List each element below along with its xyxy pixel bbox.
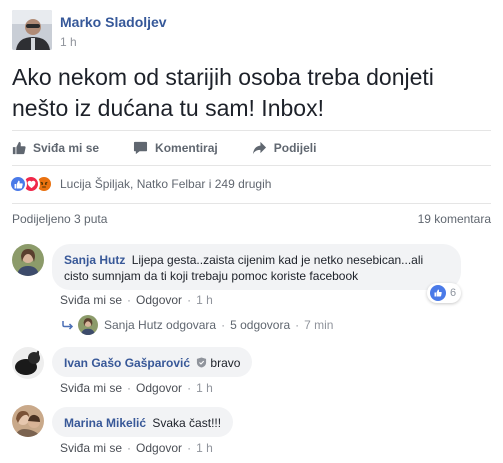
reactions-names[interactable]: Lucija Špiljak, Natko Felbar i 249 drugi… bbox=[60, 177, 271, 191]
comment-reply-link[interactable]: Odgovor bbox=[136, 293, 182, 307]
share-arrow-icon bbox=[252, 141, 266, 155]
divider bbox=[12, 203, 491, 204]
reply-verb: odgovara bbox=[166, 318, 217, 332]
reply-count: 5 odgovora bbox=[230, 318, 291, 332]
comment-button[interactable]: Komentiraj bbox=[133, 141, 218, 155]
comment-bubble: Sanja Hutz Lijepa gesta..zaista cijenim … bbox=[52, 244, 461, 290]
commenter-name[interactable]: Ivan Gašo Gašparović bbox=[64, 356, 190, 370]
like-button[interactable]: Sviđa mi se bbox=[12, 141, 99, 155]
like-reaction-icon bbox=[9, 175, 27, 193]
divider bbox=[12, 130, 491, 131]
comments-count[interactable]: 19 komentara bbox=[418, 212, 491, 226]
reply-author-name: Sanja Hutz bbox=[104, 318, 163, 332]
comment-bubble: Ivan Gašo Gašparović bravo bbox=[52, 347, 253, 377]
comment-reply-link[interactable]: Odgovor bbox=[136, 441, 182, 455]
replies-summary[interactable]: Sanja Hutz odgovara · 5 odgovora · 7 min bbox=[62, 315, 334, 335]
comment-actions: Sviđa mi se · Odgovor · 1 h bbox=[60, 293, 213, 307]
comment-like-link[interactable]: Sviđa mi se bbox=[60, 441, 122, 455]
reply-author-avatar bbox=[78, 315, 98, 335]
post-timestamp[interactable]: 1 h bbox=[60, 35, 167, 49]
comment-actions: Sviđa mi se · Odgovor · 1 h bbox=[60, 381, 213, 395]
post-author-name[interactable]: Marko Sladoljev bbox=[60, 14, 167, 30]
commenter-avatar[interactable] bbox=[12, 405, 44, 437]
divider bbox=[12, 165, 491, 166]
reactions-summary[interactable]: Lucija Špiljak, Natko Felbar i 249 drugi… bbox=[9, 174, 271, 194]
post-actions: Sviđa mi se Komentiraj Podijeli bbox=[12, 133, 350, 163]
commenter-avatar[interactable] bbox=[12, 347, 44, 379]
shares-count[interactable]: Podijeljeno 3 puta bbox=[12, 212, 107, 226]
comment-reaction-count[interactable]: 6 bbox=[427, 283, 462, 303]
reply-arrow-icon bbox=[62, 321, 74, 330]
comment-like-link[interactable]: Sviđa mi se bbox=[60, 293, 122, 307]
comment-reply-link[interactable]: Odgovor bbox=[136, 381, 182, 395]
author-avatar[interactable] bbox=[12, 10, 52, 50]
post-text: Ako nekom od starijih osoba treba donjet… bbox=[12, 64, 434, 121]
comment-reaction-number: 6 bbox=[450, 287, 457, 299]
commenter-name[interactable]: Sanja Hutz bbox=[64, 253, 125, 267]
commenter-avatar[interactable] bbox=[12, 244, 44, 276]
post-header: Marko Sladoljev 1 h bbox=[12, 10, 167, 54]
comment-text: Svaka čast!!! bbox=[152, 416, 222, 430]
reply-time: 7 min bbox=[304, 318, 334, 332]
comment-time[interactable]: 1 h bbox=[196, 381, 213, 395]
post-stats: Podijeljeno 3 puta 19 komentara bbox=[12, 212, 491, 226]
share-button[interactable]: Podijeli bbox=[252, 141, 317, 155]
comment-like-link[interactable]: Sviđa mi se bbox=[60, 381, 122, 395]
comment-bubble: Marina Mikelić Svaka čast!!! bbox=[52, 407, 234, 437]
commenter-name[interactable]: Marina Mikelić bbox=[64, 416, 146, 430]
share-button-label: Podijeli bbox=[273, 141, 317, 155]
like-button-label: Sviđa mi se bbox=[33, 141, 100, 155]
comment-text: bravo bbox=[210, 356, 241, 370]
comment-icon bbox=[134, 141, 148, 155]
facebook-post: Marko Sladoljev 1 h Ako nekom od stariji… bbox=[0, 0, 503, 463]
like-reaction-icon bbox=[430, 285, 446, 301]
thumbs-up-icon bbox=[12, 141, 26, 155]
comment-button-label: Komentiraj bbox=[155, 141, 218, 155]
comment-actions: Sviđa mi se · Odgovor · 1 h bbox=[60, 441, 213, 455]
shield-icon bbox=[197, 357, 207, 368]
comment-time[interactable]: 1 h bbox=[196, 441, 213, 455]
comment-time[interactable]: 1 h bbox=[196, 293, 213, 307]
